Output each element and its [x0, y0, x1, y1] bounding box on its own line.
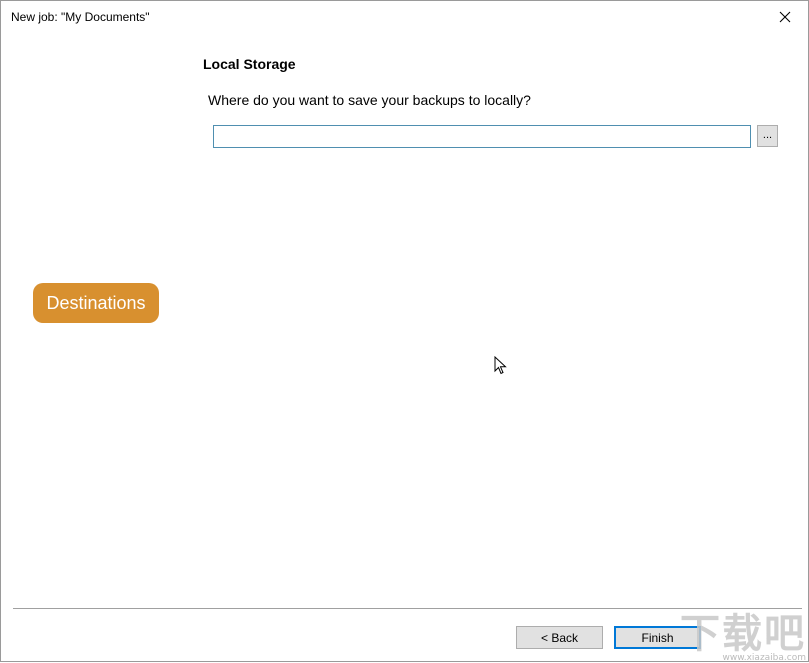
finish-button-label: Finish [641, 630, 674, 645]
back-button[interactable]: < Back [516, 626, 603, 649]
watermark-logo: 下载吧 [680, 611, 806, 657]
window-title: New job: "My Documents" [11, 10, 150, 24]
close-button[interactable] [762, 1, 808, 33]
section-title: Local Storage [203, 56, 296, 72]
save-location-question: Where do you want to save your backups t… [208, 92, 531, 108]
watermark: 下载吧 www.xiazaiba.com [673, 601, 809, 663]
back-button-label: < Back [540, 630, 579, 645]
browse-button[interactable]: ... [757, 125, 778, 147]
mouse-pointer-icon [494, 356, 507, 375]
new-job-dialog: New job: "My Documents" Local Storage Wh… [0, 0, 809, 663]
close-icon [779, 11, 791, 23]
title-bar: New job: "My Documents" [1, 1, 808, 33]
local-path-input[interactable] [213, 125, 751, 148]
destinations-step-badge: Destinations [33, 283, 159, 323]
